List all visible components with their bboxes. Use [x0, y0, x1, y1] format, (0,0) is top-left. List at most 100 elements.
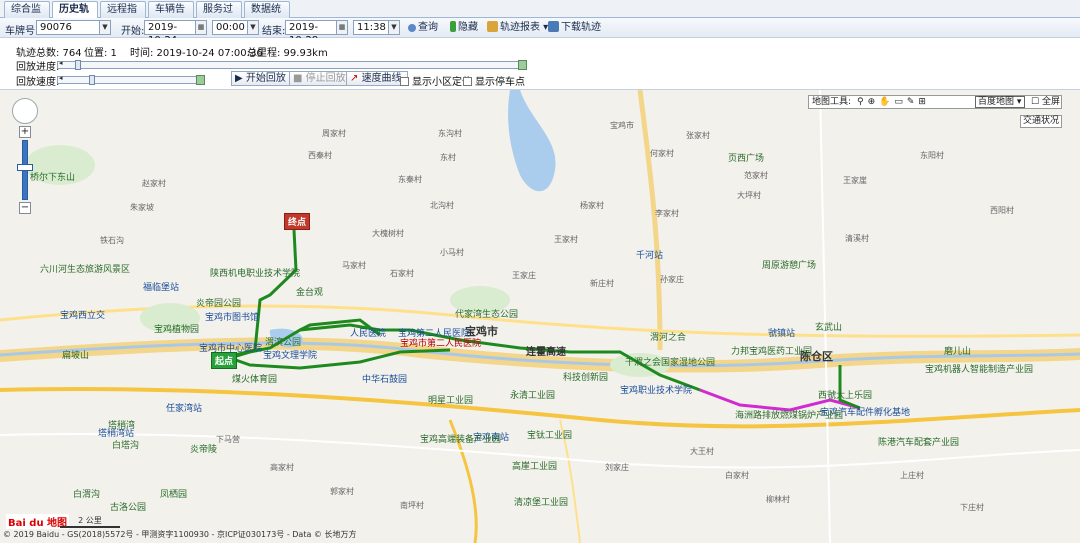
map-label: 人民医院 — [350, 329, 387, 339]
map-label: 宝鸡植物园 — [154, 325, 200, 335]
map-label: 东秦村 — [398, 175, 422, 184]
map-label: 煤火体育园 — [232, 375, 278, 385]
speed-left-arrow-icon: ◂ — [59, 74, 63, 82]
map-label: 宝鸡高端装备产业园 — [420, 435, 502, 445]
track-total: 轨迹总数: 764 — [16, 48, 82, 59]
map-scale: 2 公里 — [60, 515, 120, 528]
tab-bar: 综合监控 历史轨迹 远程指令 车辆告警 服务过期 数据统计 — [0, 0, 1080, 30]
map-label: 李家村 — [655, 209, 679, 218]
traffic-button[interactable]: 交通状况 — [1020, 115, 1062, 128]
map-label: 周家村 — [322, 129, 346, 138]
map-label: 渭滨公园 — [265, 338, 302, 348]
map-label: 西秦村 — [308, 151, 332, 160]
map-label: 清凉堡工业园 — [514, 498, 569, 508]
report-icon — [487, 21, 498, 32]
checkbox-box[interactable] — [463, 77, 472, 86]
map-type-select[interactable]: 百度地图 ▾ — [975, 96, 1025, 108]
start-calendar-icon[interactable]: ▦ — [195, 20, 207, 35]
map-label: 金台观 — [296, 288, 324, 298]
map-label: 炎帝陵 — [190, 445, 218, 455]
map-label: 永清工业园 — [510, 391, 556, 401]
end-label: 结束: — [262, 26, 286, 37]
map-label: 王家崖 — [843, 176, 867, 185]
map-label: 孙家庄 — [660, 275, 684, 284]
map-label: 宝鸡市中心医院 — [199, 344, 263, 354]
start-time-dropdown-icon[interactable]: ▼ — [247, 20, 259, 35]
end-time-dropdown-icon[interactable]: ▼ — [388, 20, 400, 35]
speed-end-icon[interactable] — [196, 75, 205, 85]
show-cell-checkbox[interactable]: 显示小区定位 — [400, 73, 472, 88]
tab-service-expired[interactable]: 服务过期 — [196, 1, 242, 30]
plate-input[interactable]: 90076 — [36, 20, 100, 35]
map-label: 白家村 — [725, 471, 749, 480]
qianhe-riverbed — [637, 90, 663, 351]
start-playback-button[interactable]: ▶ 开始回放 — [231, 71, 292, 86]
map-label: 杨家村 — [580, 201, 604, 210]
map-label: 桥尔下东山 — [30, 173, 76, 183]
map-label: 东村 — [440, 153, 456, 162]
reservoir — [508, 90, 556, 192]
map-label: 大王村 — [690, 447, 714, 456]
start-label: 开始: — [121, 26, 145, 37]
progress-end-icon[interactable] — [518, 60, 527, 70]
map-label: 王家村 — [554, 235, 578, 244]
map-label: 科技创新园 — [563, 373, 609, 383]
show-stop-checkbox[interactable]: 显示停车点 — [463, 73, 525, 88]
end-time-input[interactable]: 11:38 — [353, 20, 389, 35]
track-report-button[interactable]: 轨迹报表 ▾ — [487, 21, 548, 35]
checkbox-box[interactable] — [400, 77, 409, 86]
pin-icon — [450, 21, 456, 32]
map-label: 白塔沟 — [112, 441, 140, 451]
map-label: 任家湾站 — [166, 404, 203, 414]
end-date-input[interactable]: 2019-10-28 — [285, 20, 337, 46]
tab-overview[interactable]: 综合监控 — [4, 1, 50, 30]
progress-label: 回放进度: — [16, 62, 60, 73]
query-button[interactable]: 查询 — [408, 21, 438, 35]
stop-playback-button[interactable]: ■ 停止回放 — [289, 71, 352, 86]
hide-button[interactable]: 隐藏 — [450, 21, 478, 35]
map-label: 宝鸡职业技术学院 — [620, 386, 693, 396]
track-time: 时间: 2019-10-24 07:00:36 — [130, 48, 263, 59]
progress-knob[interactable] — [74, 60, 81, 70]
map-label: 千河站 — [636, 251, 664, 261]
map-label: 刘家庄 — [605, 463, 629, 472]
zoom-in-button[interactable]: + — [19, 126, 31, 138]
track-line-normal-4 — [838, 365, 861, 410]
download-track-button[interactable]: 下载轨迹 — [548, 21, 601, 35]
plate-dropdown-icon[interactable]: ▼ — [99, 20, 111, 35]
speed-knob[interactable] — [89, 75, 96, 85]
tab-vehicle-alarm[interactable]: 车辆告警 — [148, 1, 194, 30]
start-date-input[interactable]: 2019-10-24 — [144, 20, 196, 46]
map-label: 宝鸡西立交 — [60, 311, 106, 321]
pan-control-icon[interactable] — [12, 98, 38, 124]
end-marker[interactable]: 终点 — [284, 213, 311, 230]
tab-data-statistics[interactable]: 数据统计 — [244, 1, 290, 30]
map-view[interactable]: + − 地图工具: ⚲⊕✋▭✎⊞ 百度地图 ▾ ☐ 全屏 交通状况 终点 起点 … — [0, 90, 1080, 543]
map-label: 北沟村 — [430, 201, 454, 210]
end-calendar-icon[interactable]: ▦ — [336, 20, 348, 35]
map-tool-icons[interactable]: ⚲⊕✋▭✎⊞ — [857, 96, 930, 108]
map-label: 小马村 — [440, 248, 464, 257]
map-label: 明星工业园 — [428, 396, 474, 406]
start-marker[interactable]: 起点 — [211, 352, 238, 369]
tab-remote-command[interactable]: 远程指令 — [100, 1, 146, 30]
map-label: 下马营 — [216, 435, 240, 444]
progress-slider[interactable]: ◂ — [57, 59, 527, 70]
map-label: 炎帝园公园 — [196, 299, 242, 309]
speed-curve-button[interactable]: ↗ 速度曲线 — [346, 71, 408, 86]
fullscreen-toggle[interactable]: ☐ 全屏 — [1031, 96, 1060, 108]
start-time-input[interactable]: 00:00 — [212, 20, 248, 35]
map-label: 高崖工业园 — [512, 462, 558, 472]
road-v — [819, 90, 831, 543]
map-label: 马家村 — [342, 261, 366, 270]
speed-slider[interactable]: ◂ — [57, 74, 205, 85]
map-label: 西虢大上乐园 — [818, 391, 873, 401]
zoom-out-button[interactable]: − — [19, 202, 31, 214]
tab-history-track[interactable]: 历史轨迹 — [52, 1, 98, 30]
map-label: 周原游憩广场 — [762, 261, 817, 271]
map-label: 柳林村 — [766, 495, 790, 504]
map-label: 东沟村 — [438, 129, 462, 138]
map-label: 东阳村 — [920, 151, 944, 160]
speed-label: 回放速度: — [16, 77, 60, 88]
map-label: 玄武山 — [815, 323, 843, 333]
